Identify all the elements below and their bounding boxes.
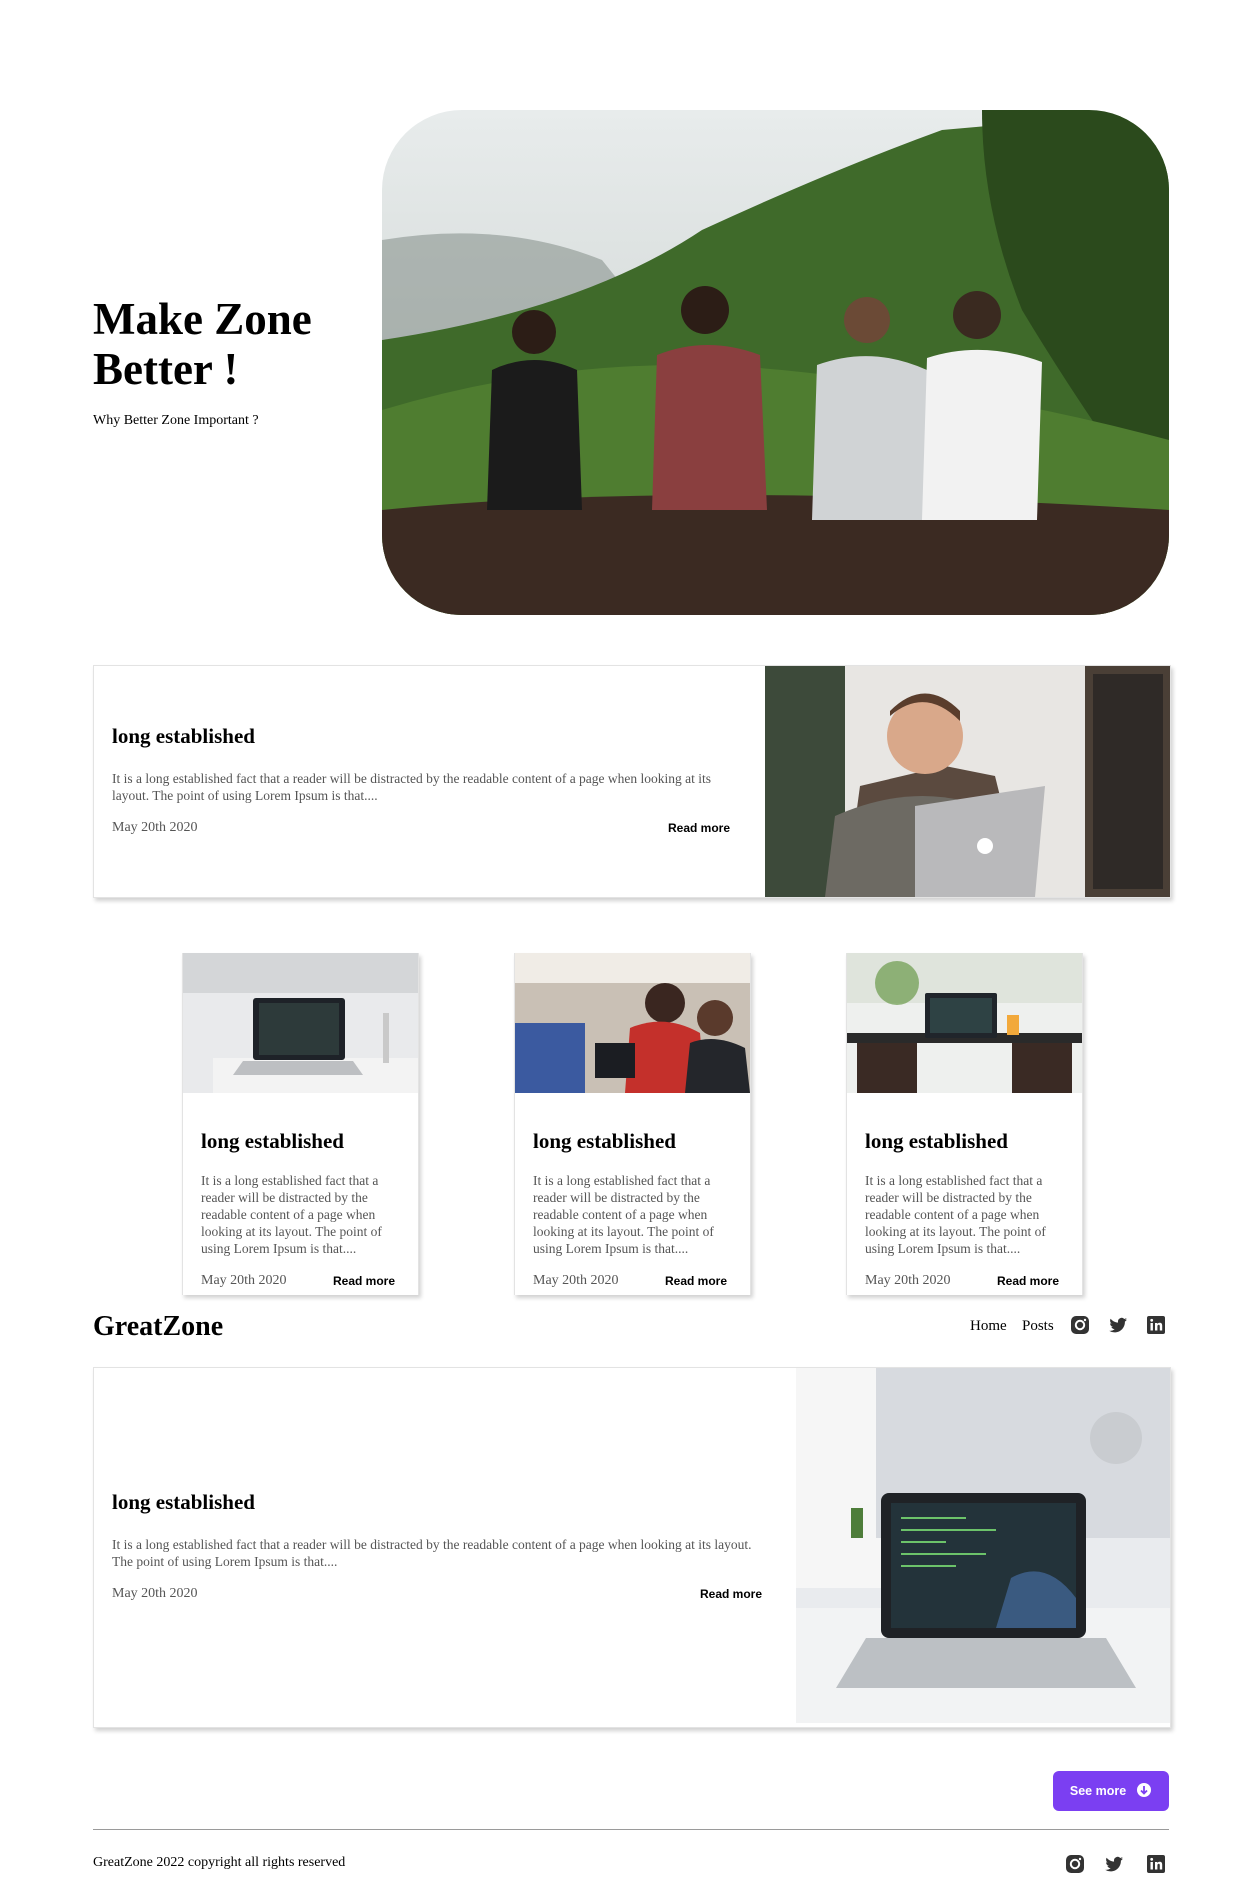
- arrow-circle-icon: [1136, 1782, 1152, 1801]
- post-card-image: [515, 953, 750, 1098]
- featured-post-2-date: May 20th 2020: [112, 1586, 198, 1601]
- featured-post-read-more[interactable]: Read more: [668, 821, 730, 835]
- twitter-icon[interactable]: [1108, 1315, 1128, 1335]
- post-card-text: It is a long established fact that a rea…: [865, 1173, 1046, 1256]
- featured-post-2-text: It is a long established fact that a rea…: [112, 1537, 752, 1569]
- instagram-icon[interactable]: [1070, 1315, 1090, 1335]
- post-card-date: May 20th 2020: [865, 1273, 951, 1288]
- post-card-text: It is a long established fact that a rea…: [201, 1173, 382, 1256]
- post-card-date: May 20th 2020: [533, 1273, 619, 1288]
- featured-post-2-read-more[interactable]: Read more: [700, 1587, 762, 1601]
- post-card: long established It is a long establishe…: [182, 953, 419, 1295]
- featured-post-text: It is a long established fact that a rea…: [112, 771, 712, 803]
- post-card-title: long established: [533, 1129, 676, 1153]
- see-more-label: See more: [1069, 1784, 1127, 1798]
- post-card-title: long established: [201, 1129, 344, 1153]
- linkedin-icon[interactable]: [1146, 1315, 1166, 1335]
- featured-post-card: long established It is a long establishe…: [93, 665, 1171, 898]
- post-card-image: [183, 953, 418, 1098]
- instagram-icon[interactable]: [1065, 1854, 1085, 1874]
- post-card-date: May 20th 2020: [201, 1273, 287, 1288]
- post-card: long established It is a long establishe…: [514, 953, 751, 1295]
- hero-subtitle: Why Better Zone Important ?: [93, 413, 259, 428]
- nav-posts[interactable]: Posts: [1022, 1318, 1054, 1335]
- featured-post-card-2: long established It is a long establishe…: [93, 1367, 1171, 1728]
- brand-logo[interactable]: GreatZone: [93, 1311, 223, 1343]
- post-card-read-more[interactable]: Read more: [665, 1274, 727, 1288]
- post-card-image: [847, 953, 1082, 1098]
- hero-image: [382, 110, 1169, 615]
- linkedin-icon[interactable]: [1146, 1854, 1166, 1874]
- featured-post-2-image: [796, 1368, 1170, 1723]
- featured-post-image: [765, 666, 1170, 897]
- featured-post-title: long established: [112, 724, 255, 748]
- post-card-read-more[interactable]: Read more: [333, 1274, 395, 1288]
- post-card-text: It is a long established fact that a rea…: [533, 1173, 714, 1256]
- footer-copyright: GreatZone 2022 copyright all rights rese…: [93, 1855, 346, 1870]
- post-card-title: long established: [865, 1129, 1008, 1153]
- see-more-button[interactable]: See more: [1053, 1771, 1169, 1811]
- post-card-read-more[interactable]: Read more: [997, 1274, 1059, 1288]
- nav-home[interactable]: Home: [970, 1318, 1007, 1335]
- footer-divider: [93, 1829, 1169, 1830]
- post-card: long established It is a long establishe…: [846, 953, 1083, 1295]
- twitter-icon[interactable]: [1104, 1854, 1124, 1874]
- featured-post-date: May 20th 2020: [112, 820, 198, 835]
- hero-title: Make Zone Better !: [93, 294, 312, 394]
- featured-post-2-title: long established: [112, 1490, 255, 1514]
